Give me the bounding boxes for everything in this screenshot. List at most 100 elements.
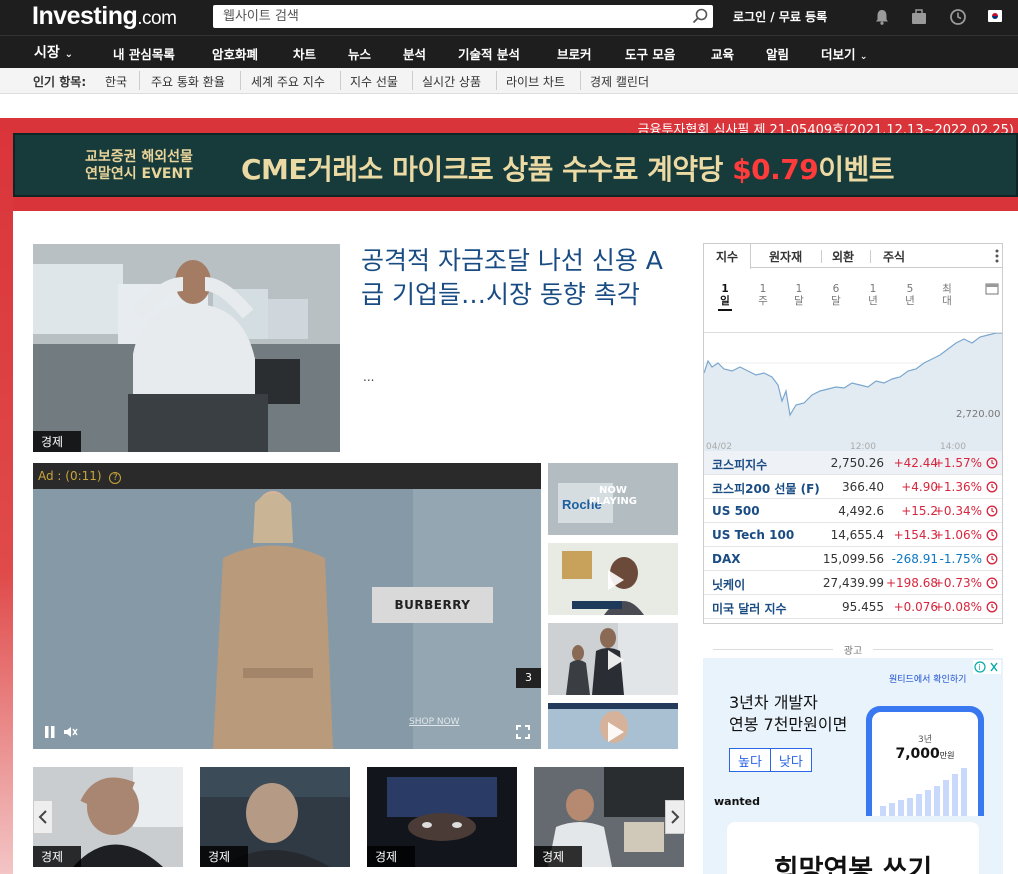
shop-now-link[interactable]: SHOP NOW [409, 717, 460, 727]
banner-left-text: 교보증권 해외선물 연말연시 EVENT [85, 149, 193, 182]
login-register-link[interactable]: 로그인 / 무료 등록 [733, 8, 827, 25]
tab-commodities[interactable]: 원자재 [769, 248, 802, 265]
nav-analysis[interactable]: 분석 [403, 44, 426, 63]
nav-education[interactable]: 교육 [711, 44, 734, 63]
wanted-ad[interactable]: i 원티드에서 확인하기 3년차 개발자 연봉 7천만원이면 높다 낮다 wan… [703, 658, 1003, 874]
category-tag[interactable]: 경제 [33, 431, 81, 452]
tab-stocks[interactable]: 주식 [883, 248, 905, 265]
chart-x-label: 14:00 [940, 442, 966, 451]
quote-row[interactable]: US Tech 100 14,655.4 +154.3 +1.06% [704, 523, 1002, 547]
quote-name[interactable]: 코스피200 선물 (F) [712, 480, 820, 497]
period-6m[interactable]: 6달 [829, 283, 843, 307]
video-thumb-4[interactable] [548, 703, 678, 749]
popular-item-world-indices[interactable]: 세계 주요 지수 [251, 73, 325, 90]
popular-label: 인기 항목: [33, 75, 87, 89]
nav-crypto[interactable]: 암호화폐 [212, 44, 258, 63]
popular-item-commodities[interactable]: 실시간 상품 [422, 73, 481, 90]
period-max[interactable]: 최대 [940, 283, 954, 307]
nav-alerts[interactable]: 알림 [766, 44, 789, 63]
news-thumb-1[interactable]: 경제 [33, 767, 183, 867]
carousel-prev-button[interactable] [33, 800, 53, 834]
ad-high-button[interactable]: 높다 [730, 749, 771, 771]
quote-row[interactable]: 코스피지수 2,750.26 +42.44 +1.57% [704, 451, 1002, 475]
news-thumb-3[interactable]: 경제 [367, 767, 517, 867]
search-icon[interactable] [691, 7, 709, 25]
period-1y[interactable]: 1년 [866, 283, 880, 307]
news-thumb-4[interactable]: 경제 [534, 767, 684, 867]
quote-name[interactable]: US 500 [712, 504, 760, 518]
nav-technical[interactable]: 기술적 분석 [458, 44, 520, 63]
promo-banner[interactable]: 교보증권 해외선물 연말연시 EVENT CME거래소 마이크로 상품 수수료 … [13, 133, 1018, 197]
search-input[interactable] [213, 5, 673, 28]
nav-charts[interactable]: 차트 [293, 44, 316, 63]
nav-tools[interactable]: 도구 모음 [625, 44, 675, 63]
more-options-icon[interactable] [994, 248, 1000, 264]
quote-name[interactable]: 닛케이 [712, 576, 745, 593]
bell-icon[interactable] [873, 8, 891, 26]
clock-icon [986, 553, 998, 565]
quote-name[interactable]: 코스피지수 [712, 456, 767, 473]
banner-side-frame [0, 118, 13, 874]
popular-item-index-futures[interactable]: 지수 선물 [350, 73, 398, 90]
quote-row[interactable]: US 500 4,492.6 +15.2 +0.34% [704, 499, 1002, 523]
ad-choice-buttons: 높다 낮다 [729, 748, 812, 772]
phone-screen: 3년 7,000만원 [872, 712, 978, 816]
adchoices-icon[interactable]: i [973, 660, 1001, 674]
help-icon[interactable]: ? [109, 472, 122, 484]
quote-last: 15,099.56 [822, 552, 884, 566]
nav-more[interactable]: 더보기 ⌄ [821, 44, 867, 63]
period-1m[interactable]: 1달 [792, 283, 806, 307]
wanted-logo[interactable]: wanted [714, 795, 760, 808]
category-tag[interactable]: 경제 [33, 846, 81, 867]
phone-illustration: 3년 7,000만원 [866, 706, 984, 816]
popular-item-korea[interactable]: 한국 [105, 73, 127, 90]
category-tag[interactable]: 경제 [367, 846, 415, 867]
carousel-next-button[interactable] [665, 800, 685, 834]
ad-low-button[interactable]: 낮다 [770, 749, 811, 771]
quote-row[interactable]: 코스피200 선물 (F) 366.40 +4.90 +1.36% [704, 475, 1002, 499]
tab-forex[interactable]: 외환 [832, 248, 854, 265]
clock-icon[interactable] [949, 8, 967, 26]
category-tag[interactable]: 경제 [200, 846, 248, 867]
video-thumb-3[interactable] [548, 623, 678, 695]
quote-row[interactable]: 닛케이 27,439.99 +198.68 +0.73% [704, 571, 1002, 595]
quote-change-pct: +0.73% [933, 576, 982, 590]
pause-icon[interactable] [43, 725, 57, 739]
fullscreen-icon[interactable] [516, 725, 530, 739]
brand-label[interactable]: BURBERRY [372, 587, 493, 623]
quote-name[interactable]: US Tech 100 [712, 528, 794, 542]
popular-item-fx[interactable]: 주요 통화 환율 [151, 73, 225, 90]
news-thumb-2[interactable]: 경제 [200, 767, 350, 867]
index-chart-svg: 2,720.00 04/02 12:00 14:00 [703, 332, 1002, 452]
tab-indices[interactable]: 지수 [704, 244, 752, 269]
expand-chart-icon[interactable] [985, 283, 999, 295]
video-thumb-now-playing[interactable]: Roche NOW PLAYING [548, 463, 678, 535]
site-logo[interactable]: Investing.com [32, 2, 177, 31]
period-1w[interactable]: 1주 [756, 283, 770, 307]
video-thumb-2[interactable] [548, 543, 678, 615]
mute-icon[interactable] [63, 725, 79, 739]
nav-markets[interactable]: 시장 ⌄ [34, 42, 73, 62]
index-chart[interactable]: 2,720.00 04/02 12:00 14:00 [703, 332, 1002, 452]
lead-article-title[interactable]: 공격적 자금조달 나선 신용 A급 기업들…시장 동향 촉각 [361, 244, 681, 312]
playlist-count-badge[interactable]: 3 [516, 668, 541, 688]
quote-row[interactable]: 미국 달러 지수 95.455 +0.076 +0.08% [704, 595, 1002, 619]
nav-watchlist[interactable]: 내 관심목록 [113, 44, 175, 63]
svg-text:i: i [979, 663, 981, 672]
category-tag[interactable]: 경제 [534, 846, 582, 867]
quote-name[interactable]: DAX [712, 552, 741, 566]
nav-news[interactable]: 뉴스 [348, 44, 371, 63]
quote-row[interactable]: DAX 15,099.56 -268.91 -1.75% [704, 547, 1002, 571]
popular-item-calendar[interactable]: 경제 캘린더 [590, 73, 649, 90]
popular-item-live-charts[interactable]: 라이브 차트 [506, 73, 565, 90]
video-player[interactable]: Ad : (0:11) ? BURBERRY SHOP NOW 3 [33, 463, 541, 749]
korea-flag-icon[interactable] [988, 10, 1002, 22]
quote-change: +154.3 [893, 528, 938, 542]
period-1d[interactable]: 1일 [718, 283, 732, 311]
divider [139, 71, 140, 90]
nav-brokers[interactable]: 브로커 [557, 44, 592, 63]
period-5y[interactable]: 5년 [903, 283, 917, 307]
briefcase-icon[interactable] [910, 8, 928, 26]
lead-article-image[interactable]: 경제 [33, 244, 340, 452]
quote-name[interactable]: 미국 달러 지수 [712, 600, 787, 617]
